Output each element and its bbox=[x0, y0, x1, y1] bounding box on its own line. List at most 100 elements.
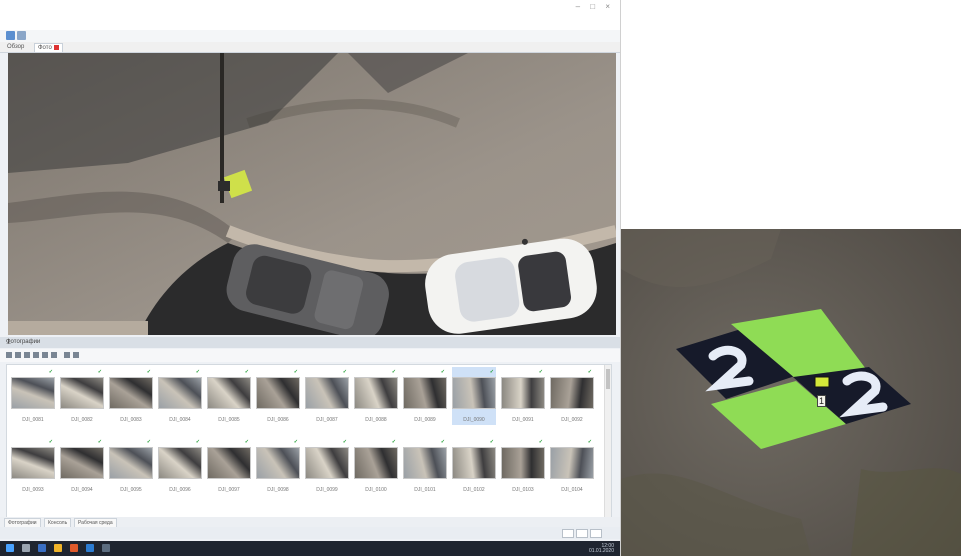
app-icon[interactable] bbox=[102, 544, 110, 552]
thumbnail-image bbox=[501, 377, 545, 409]
remove-icon[interactable] bbox=[6, 352, 12, 358]
thumbnails-scrollbar[interactable] bbox=[604, 365, 611, 517]
aligned-check-icon: ✓ bbox=[48, 369, 53, 375]
thumbnail-caption: DJI_0098 bbox=[267, 487, 289, 493]
photo-thumbnail[interactable]: ✓ DJI_0098 bbox=[256, 437, 300, 495]
photo-thumbnail[interactable]: ✓ DJI_0103 bbox=[501, 437, 545, 495]
photo-thumbnail[interactable]: ✓ DJI_0097 bbox=[207, 437, 251, 495]
photo-thumbnail[interactable]: ✓ DJI_0095 bbox=[109, 437, 153, 495]
disable-icon[interactable] bbox=[51, 352, 57, 358]
browser-icon[interactable] bbox=[70, 544, 78, 552]
thumbnail-image bbox=[109, 447, 153, 479]
maximize-button[interactable]: □ bbox=[590, 2, 599, 11]
thumbnail-image bbox=[109, 377, 153, 409]
main-toolbar bbox=[0, 30, 620, 42]
thumbnail-image bbox=[354, 447, 398, 479]
photo-thumbnail[interactable]: ✓ DJI_0083 bbox=[109, 367, 153, 425]
photo-thumbnail[interactable]: ✓ DJI_0096 bbox=[158, 437, 202, 495]
tab-overview[interactable]: Обзор bbox=[4, 43, 27, 51]
tab-label: Фото bbox=[38, 45, 52, 51]
bottom-tab-bar: Фотографии Консоль Рабочая среда bbox=[0, 517, 620, 528]
photogrammetry-app-window: – □ × Обзор Фото Фотографии ⊥ ✓ DJI_0081… bbox=[0, 0, 620, 556]
zoomed-ground-target-view: 1 bbox=[621, 229, 961, 556]
app-icon[interactable] bbox=[86, 544, 94, 552]
aligned-check-icon: ✓ bbox=[391, 439, 396, 445]
thumbnail-image bbox=[305, 377, 349, 409]
thumbnail-image bbox=[60, 447, 104, 479]
photo-thumbnail[interactable]: ✓ DJI_0086 bbox=[256, 367, 300, 425]
photo-thumbnail[interactable]: ✓ DJI_0102 bbox=[452, 437, 496, 495]
aligned-check-icon: ✓ bbox=[489, 369, 494, 375]
aligned-check-icon: ✓ bbox=[195, 439, 200, 445]
aligned-check-icon: ✓ bbox=[97, 369, 102, 375]
status-field bbox=[590, 529, 602, 538]
window-controls[interactable]: – □ × bbox=[576, 2, 614, 11]
status-field bbox=[562, 529, 574, 538]
photo-thumbnail[interactable]: ✓ DJI_0085 bbox=[207, 367, 251, 425]
thumbnail-image bbox=[158, 447, 202, 479]
app-menu-icon[interactable] bbox=[6, 31, 15, 40]
aligned-check-icon: ✓ bbox=[97, 439, 102, 445]
minimize-button[interactable]: – bbox=[576, 2, 584, 11]
file-explorer-icon[interactable] bbox=[54, 544, 62, 552]
marker-label: 1 bbox=[817, 395, 827, 407]
photos-panel-toolbar bbox=[0, 349, 620, 362]
pin-icon[interactable]: ⊥ bbox=[6, 339, 616, 346]
aligned-check-icon: ✓ bbox=[489, 439, 494, 445]
photo-thumbnail[interactable]: ✓ DJI_0084 bbox=[158, 367, 202, 425]
photo-thumbnail[interactable]: ✓ DJI_0091 bbox=[501, 367, 545, 425]
thumbnail-caption: DJI_0104 bbox=[561, 487, 583, 493]
photo-thumbnail[interactable]: ✓ DJI_0082 bbox=[60, 367, 104, 425]
rotate-left-icon[interactable] bbox=[24, 352, 30, 358]
save-icon[interactable] bbox=[17, 31, 26, 40]
aligned-check-icon: ✓ bbox=[538, 369, 543, 375]
thumbnail-caption: DJI_0101 bbox=[414, 487, 436, 493]
aligned-check-icon: ✓ bbox=[538, 439, 543, 445]
enable-icon[interactable] bbox=[42, 352, 48, 358]
thumbnail-image bbox=[550, 377, 594, 409]
thumbnail-caption: DJI_0100 bbox=[365, 487, 387, 493]
status-field bbox=[576, 529, 588, 538]
photo-thumbnail[interactable]: ✓ DJI_0087 bbox=[305, 367, 349, 425]
photo-thumbnail[interactable]: ✓ DJI_0081 bbox=[11, 367, 55, 425]
photo-viewer[interactable] bbox=[8, 53, 616, 335]
thumbnail-caption: DJI_0092 bbox=[561, 417, 583, 423]
task-view-icon[interactable] bbox=[38, 544, 46, 552]
aligned-check-icon: ✓ bbox=[293, 369, 298, 375]
thumbnail-caption: DJI_0082 bbox=[71, 417, 93, 423]
aligned-check-icon: ✓ bbox=[244, 369, 249, 375]
clock-date: 01.01.2020 bbox=[588, 548, 614, 554]
os-taskbar: 12:00 01.01.2020 bbox=[0, 541, 620, 556]
start-icon[interactable] bbox=[6, 544, 14, 552]
photo-thumbnail[interactable]: ✓ DJI_0104 bbox=[550, 437, 594, 495]
close-tab-icon[interactable] bbox=[53, 44, 59, 50]
photo-thumbnail[interactable]: ✓ DJI_0101 bbox=[403, 437, 447, 495]
sort-icon[interactable] bbox=[73, 352, 79, 358]
photo-thumbnail[interactable]: ✓ DJI_0100 bbox=[354, 437, 398, 495]
photo-thumbnail[interactable]: ✓ DJI_0099 bbox=[305, 437, 349, 495]
photo-thumbnail[interactable]: ✓ DJI_0088 bbox=[354, 367, 398, 425]
search-icon[interactable] bbox=[22, 544, 30, 552]
tab-label: Рабочая среда bbox=[78, 520, 113, 526]
thumbnail-image bbox=[207, 377, 251, 409]
thumbnail-caption: DJI_0099 bbox=[316, 487, 338, 493]
scrollbar-thumb[interactable] bbox=[606, 369, 610, 389]
close-button[interactable]: × bbox=[605, 2, 614, 11]
photo-thumbnail[interactable]: ✓ DJI_0093 bbox=[11, 437, 55, 495]
thumbnail-image bbox=[305, 447, 349, 479]
photo-thumbnail[interactable]: ✓ DJI_0090 bbox=[452, 367, 496, 425]
aligned-check-icon: ✓ bbox=[195, 369, 200, 375]
thumbnail-image bbox=[403, 447, 447, 479]
photo-thumbnail[interactable]: ✓ DJI_0089 bbox=[403, 367, 447, 425]
system-clock[interactable]: 12:00 01.01.2020 bbox=[589, 544, 614, 554]
view-mode-icon[interactable] bbox=[64, 352, 70, 358]
rotate-right-icon[interactable] bbox=[33, 352, 39, 358]
tab-label: Фотографии bbox=[8, 520, 37, 526]
photo-thumbnail[interactable]: ✓ DJI_0094 bbox=[60, 437, 104, 495]
reset-icon[interactable] bbox=[15, 352, 21, 358]
thumbnail-caption: DJI_0094 bbox=[71, 487, 93, 493]
aerial-photo bbox=[8, 53, 616, 335]
thumbnail-image bbox=[550, 447, 594, 479]
tab-photo[interactable]: Фото bbox=[34, 43, 63, 52]
photo-thumbnail[interactable]: ✓ DJI_0092 bbox=[550, 367, 594, 425]
